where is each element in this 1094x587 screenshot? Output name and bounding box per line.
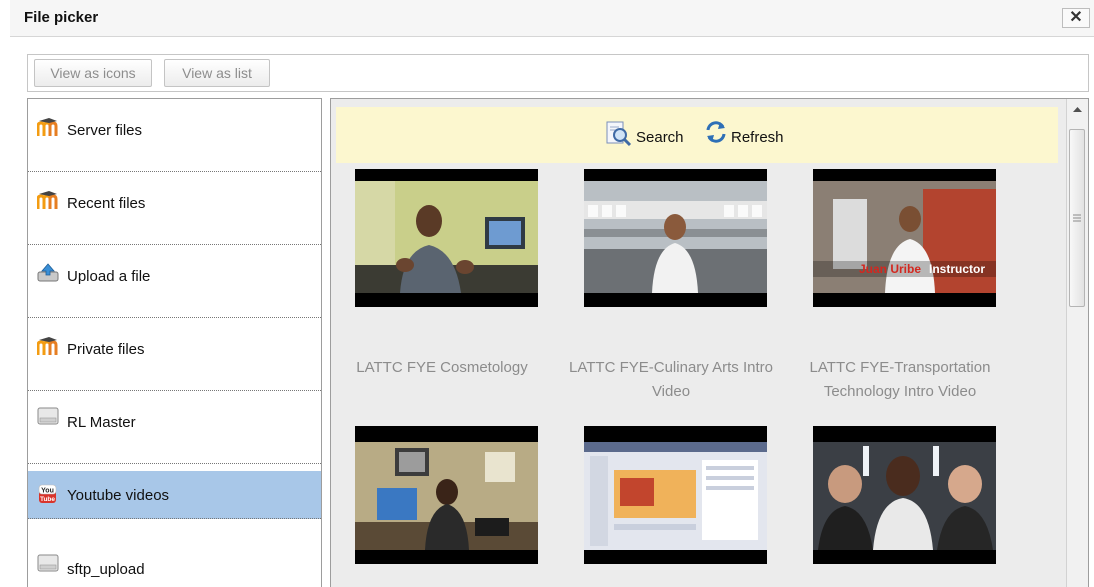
file-picker-dialog: File picker ✕ View as icons View as list… [0, 0, 1094, 587]
search-icon [606, 121, 632, 147]
close-button[interactable]: ✕ [1062, 8, 1090, 28]
sidebar-item-label: sftp_upload [67, 561, 145, 578]
file-listing-area: Search Refresh LATTC FYE Cosmetology LAT… [330, 98, 1089, 587]
scroll-up-arrow-icon[interactable] [1067, 99, 1088, 119]
view-toolbar: View as icons View as list [27, 54, 1089, 92]
sidebar-item-sftp-upload[interactable]: sftp_upload [28, 519, 321, 587]
sidebar-item-label: RL Master [67, 414, 136, 431]
repository-sidebar: Server files Recent files Upload a file [27, 98, 322, 587]
video-tile[interactable] [796, 426, 1004, 586]
sidebar-item-label: Private files [67, 341, 145, 358]
repository-actionbar: Search Refresh [336, 107, 1058, 163]
drive-icon [37, 554, 59, 572]
search-label: Search [636, 129, 684, 146]
moodle-icon [37, 337, 58, 355]
sidebar-item-label: Recent files [67, 195, 146, 212]
scrollbar-thumb[interactable] [1069, 129, 1085, 307]
sidebar-item-recent-files[interactable]: Recent files [28, 172, 321, 245]
view-as-list-button[interactable]: View as list [164, 59, 270, 87]
video-caption: LATTC FYE-Transportation Technology Intr… [809, 359, 991, 400]
search-button[interactable]: Search [606, 121, 690, 147]
moodle-icon [37, 118, 58, 136]
video-tile[interactable] [338, 426, 546, 586]
upload-icon [37, 263, 59, 282]
overlay-name: Juan Uribe [859, 262, 921, 276]
svg-text:You: You [41, 488, 54, 495]
moodle-icon [37, 191, 58, 209]
sidebar-item-rl-master[interactable]: RL Master [28, 391, 321, 464]
video-thumbnail [584, 169, 767, 307]
sidebar-item-label: Server files [67, 122, 143, 139]
drive-icon [37, 407, 59, 425]
sidebar-item-label: Youtube videos [67, 487, 170, 504]
video-caption: LATTC FYE-Culinary Arts Intro Video [569, 359, 773, 400]
sidebar-item-youtube-videos[interactable]: You Tube Youtube videos [28, 471, 321, 519]
dialog-titlebar: File picker [10, 0, 1094, 37]
refresh-icon [706, 121, 726, 143]
content-scrollbar[interactable] [1066, 99, 1088, 587]
svg-text:Tube: Tube [40, 496, 55, 503]
video-tile[interactable] [567, 426, 775, 586]
video-thumbnail [355, 426, 538, 564]
sidebar-item-server-files[interactable]: Server files [28, 99, 321, 172]
sidebar-item-private-files[interactable]: Private files [28, 318, 321, 391]
dialog-title: File picker [24, 9, 99, 26]
close-icon: ✕ [1069, 9, 1083, 26]
video-caption: LATTC FYE Cosmetology [356, 359, 528, 376]
video-tile[interactable]: LATTC FYE-Culinary Arts Intro Video [567, 169, 775, 409]
video-tile[interactable]: Juan Uribe Instructor LATTC FYE-Transpor… [796, 169, 1004, 409]
video-thumbnail [355, 169, 538, 307]
overlay-role: Instructor [929, 262, 985, 276]
refresh-label: Refresh [731, 129, 784, 146]
view-as-icons-button[interactable]: View as icons [34, 59, 152, 87]
sidebar-item-label: Upload a file [67, 268, 151, 285]
sidebar-item-upload-a-file[interactable]: Upload a file [28, 245, 321, 318]
grip-icon [1073, 214, 1081, 222]
video-tile[interactable]: LATTC FYE Cosmetology [338, 169, 546, 409]
refresh-button[interactable]: Refresh [703, 121, 799, 147]
video-thumbnail [584, 426, 767, 564]
youtube-icon: You Tube [38, 484, 57, 503]
video-thumbnail [813, 426, 996, 564]
video-thumbnail: Juan Uribe Instructor [813, 169, 996, 307]
